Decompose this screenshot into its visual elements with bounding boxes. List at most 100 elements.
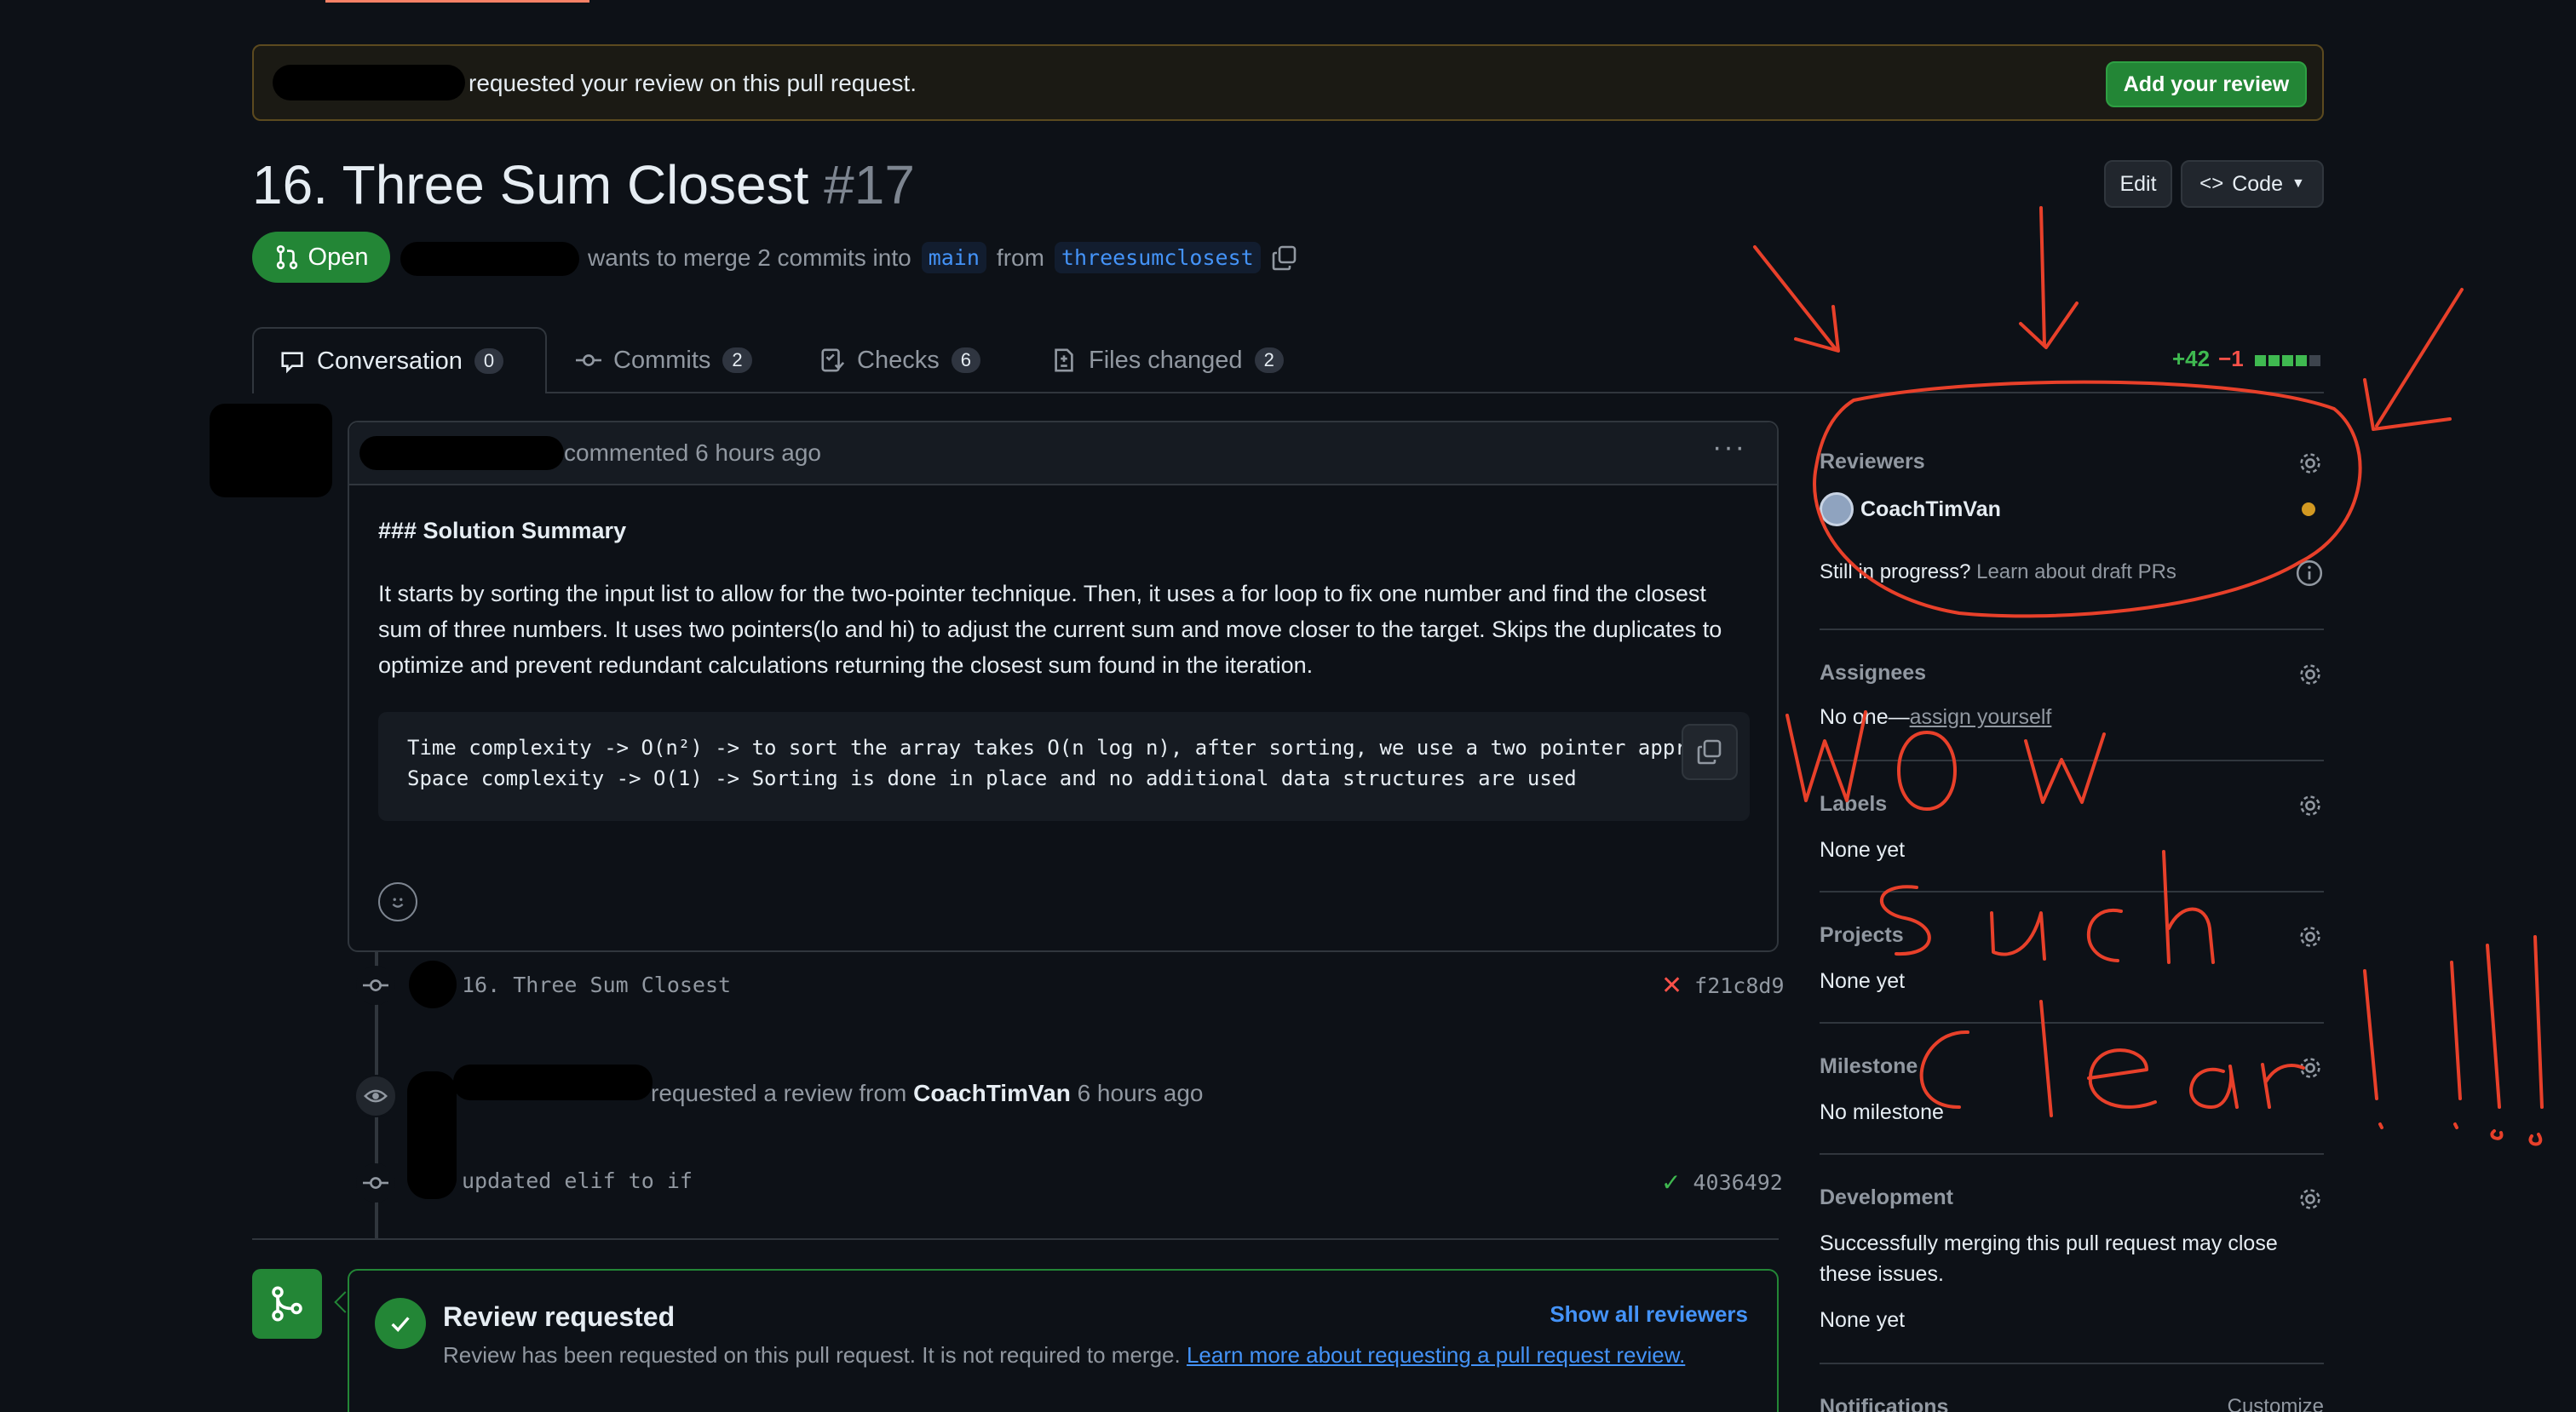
pull-request-icon [276, 244, 297, 270]
sidebar-reviewers: Reviewers CoachTimVan Still in progress?… [1820, 450, 2324, 594]
gear-icon[interactable] [2297, 450, 2324, 477]
sidebar-labels: Labels None yet [1820, 792, 2324, 862]
pr-number: #17 [824, 154, 915, 215]
avatar[interactable] [409, 961, 457, 1008]
tab-label: Commits [613, 346, 711, 374]
comment-card: commented 6 hours ago ··· ### Solution S… [348, 421, 1779, 952]
code-line: Time complexity -> O(n²) -> to sort the … [407, 736, 1688, 760]
comment-heading: ### Solution Summary [378, 518, 627, 543]
file-diff-icon [1055, 348, 1073, 372]
caret-down-icon: ▼ [2291, 176, 2305, 191]
redacted-username [453, 1065, 653, 1100]
event-text: requested a review from [651, 1080, 907, 1106]
tab-count: 2 [1254, 347, 1284, 373]
copy-code-button[interactable] [1682, 724, 1738, 780]
merge-status-icon [252, 1269, 322, 1339]
customize-link[interactable]: Customize [2228, 1395, 2324, 1412]
gear-icon[interactable] [2297, 1054, 2324, 1082]
assign-yourself-link[interactable]: assign yourself [1910, 705, 2052, 729]
head-branch[interactable]: threesumclosest [1054, 242, 1261, 273]
code-button[interactable]: <> Code ▼ [2181, 160, 2324, 208]
development-description: Successfully merging this pull request m… [1820, 1231, 2278, 1286]
event-time: 6 hours ago [1077, 1080, 1204, 1106]
info-icon[interactable] [2295, 559, 2324, 588]
gear-icon[interactable] [2297, 792, 2324, 819]
commit-icon [576, 354, 601, 366]
show-all-reviewers-link[interactable]: Show all reviewers [1550, 1301, 1748, 1328]
sidebar-development: Development Successfully merging this pu… [1820, 1185, 2324, 1339]
code-icon: <> [2199, 172, 2224, 195]
code-block: Time complexity -> O(n²) -> to sort the … [378, 712, 1750, 821]
labels-value: None yet [1820, 838, 1906, 862]
comment-body: It starts by sorting the input list to a… [378, 581, 1722, 678]
section-title[interactable]: Reviewers [1820, 450, 1925, 474]
smiley-icon [392, 898, 404, 908]
check-icon[interactable]: ✓ [1661, 1168, 1681, 1197]
draft-question: Still in progress? [1820, 560, 1971, 583]
section-title: Notifications [1820, 1395, 1949, 1412]
from-word: from [996, 244, 1044, 271]
comment-icon [281, 352, 303, 374]
code-button-label: Code [2232, 171, 2283, 196]
sidebar-notifications: Notifications Customize [1820, 1395, 2324, 1412]
sidebar-milestone: Milestone No milestone [1820, 1054, 2324, 1124]
add-reaction-button[interactable] [378, 882, 417, 921]
comment-header: commented 6 hours ago ··· [349, 422, 1777, 485]
commit-sha[interactable]: f21c8d9 [1694, 973, 1784, 998]
commit-sha[interactable]: 4036492 [1693, 1170, 1782, 1195]
avatar[interactable] [407, 1071, 457, 1199]
sidebar-divider [1820, 1153, 2324, 1155]
edit-button[interactable]: Edit [2104, 160, 2172, 208]
tabs-divider [252, 392, 2324, 393]
timeline-divider [252, 1238, 1779, 1240]
avatar[interactable] [210, 404, 332, 497]
commit-icon [356, 966, 395, 1005]
commit-icon [356, 1163, 395, 1202]
gear-icon[interactable] [2297, 923, 2324, 950]
tab-conversation[interactable]: Conversation 0 [252, 327, 547, 393]
sidebar-projects: Projects None yet [1820, 923, 2324, 993]
code-line: Space complexity -> O(1) -> Sorting is d… [407, 766, 1577, 790]
check-circle-icon [375, 1298, 426, 1349]
copy-icon[interactable] [1271, 244, 1298, 272]
development-value: None yet [1820, 1308, 1906, 1332]
page-title: 16. Three Sum Closest #17 [252, 153, 915, 216]
status-label: Open [308, 243, 369, 271]
sidebar-divider [1820, 629, 2324, 630]
sidebar-divider [1820, 1363, 2324, 1364]
redacted-username [273, 65, 465, 100]
copy-icon [1697, 739, 1722, 765]
tab-commits[interactable]: Commits 2 [576, 327, 752, 393]
reviewer-avatar[interactable] [1820, 492, 1854, 526]
tab-files-changed[interactable]: Files changed 2 [1051, 327, 1284, 393]
banner-text: requested your review on this pull reque… [469, 70, 917, 96]
base-branch[interactable]: main [921, 242, 986, 273]
x-icon[interactable]: ✕ [1661, 971, 1682, 1001]
gear-icon[interactable] [2297, 1185, 2324, 1213]
section-title[interactable]: Projects [1820, 923, 1904, 948]
pending-dot [2302, 502, 2315, 516]
commit-sha-row: ✓ 4036492 [1661, 1168, 1783, 1197]
tab-count: 0 [474, 348, 504, 374]
add-your-review-button[interactable]: Add your review [2106, 61, 2307, 107]
section-title[interactable]: Assignees [1820, 661, 1926, 686]
tab-label: Conversation [317, 347, 463, 375]
redacted-username [359, 436, 564, 470]
review-desc-text: Review has been requested on this pull r… [443, 1342, 1181, 1368]
review-requested-box: Review requested Review has been request… [348, 1269, 1779, 1412]
pr-title: 16. Three Sum Closest [252, 154, 809, 215]
kebab-menu-icon[interactable]: ··· [1712, 431, 1746, 464]
reviewer-link[interactable]: CoachTimVan [913, 1080, 1071, 1106]
learn-more-link[interactable]: Learn more about requesting a pull reque… [1187, 1342, 1685, 1368]
commit-message[interactable]: 16. Three Sum Closest [462, 973, 731, 997]
section-title[interactable]: Development [1820, 1185, 1953, 1210]
reviewer-name[interactable]: CoachTimVan [1860, 497, 2001, 522]
section-title[interactable]: Labels [1820, 792, 1887, 817]
tab-count: 2 [722, 347, 752, 373]
commit-message[interactable]: updated elif to if [462, 1168, 693, 1193]
sidebar-divider [1820, 1022, 2324, 1024]
draft-prs-link[interactable]: Learn about draft PRs [1976, 560, 2176, 583]
gear-icon[interactable] [2297, 661, 2324, 688]
tab-checks[interactable]: Checks 6 [819, 327, 980, 393]
section-title[interactable]: Milestone [1820, 1054, 1918, 1079]
